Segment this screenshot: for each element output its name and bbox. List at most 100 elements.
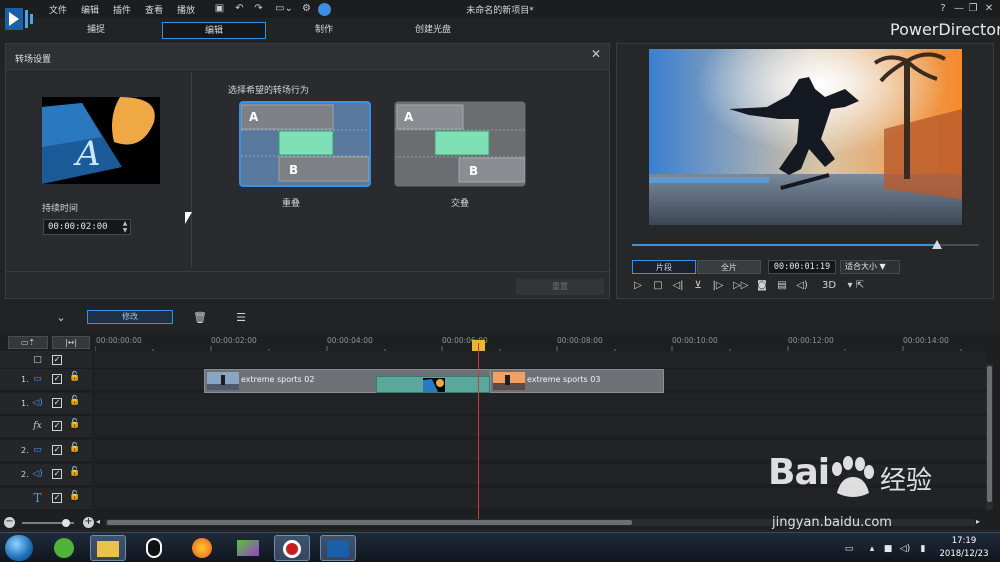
taskbar-explorer-icon[interactable] [90,535,126,561]
track-lock-icon[interactable]: 🔓 [69,491,80,503]
duration-value[interactable]: 00:00:02:00 [48,222,108,232]
clip-mode-button[interactable]: 片段 [632,260,696,274]
taskbar-powerdirector-icon[interactable] [320,535,356,561]
next-frame-icon[interactable]: |▷ [711,279,725,293]
duration-stepper[interactable]: 00:00:02:00 ▲ ▼ [43,219,131,235]
previous-frame-icon[interactable]: ◁| [671,279,685,293]
snapshot-camera-icon[interactable]: ◙ [755,279,769,293]
menu-plugins[interactable]: 插件 [113,3,131,16]
card-b-label: B [469,164,478,178]
start-button-icon[interactable] [5,535,33,561]
track-enable-checkbox[interactable]: ✓ [52,374,62,384]
help-icon[interactable]: ? [936,2,950,16]
tray-security-icon[interactable]: ■ [882,543,894,555]
transition-clip[interactable] [376,376,490,393]
horizontal-scroll-thumb[interactable] [107,520,632,525]
video-track-icon: ▭ [33,445,42,455]
menu-view[interactable]: 查看 [145,3,163,16]
track-lock-icon[interactable]: 🔓 [69,467,80,479]
fit-timeline-icon[interactable]: |↔| [52,336,90,349]
track-lock-icon[interactable]: 🔓 [69,372,80,384]
tab-edit[interactable]: 编辑 [162,22,266,39]
duration-up-icon[interactable]: ▲ [120,220,130,227]
stop-icon[interactable]: □ [651,279,665,293]
tray-keyboard-icon[interactable]: ▭ [843,543,855,555]
behavior-prompt: 选择希望的转场行为 [228,86,310,96]
track-enable-checkbox[interactable]: ✓ [52,445,62,455]
tray-volume-icon[interactable]: ◁) [899,543,911,555]
undo-icon[interactable]: ↶ [233,3,246,15]
tab-produce[interactable]: 制作 [272,22,376,39]
modify-button[interactable]: 修改 [87,310,173,324]
track-lock-icon[interactable]: 🔓 [69,443,80,455]
track-lock-icon[interactable]: 🔓 [69,396,80,408]
ruler-tick: 00:00:12:00 [788,336,834,345]
tray-expand-icon[interactable]: ▴ [866,543,878,555]
collapse-panel-icon[interactable]: ⌄ [53,310,69,326]
zoom-in-icon[interactable]: + [83,517,94,528]
track-row-master[interactable] [95,351,986,369]
app-logo-icon [5,8,33,30]
ruler-tick: 00:00:08:00 [557,336,603,345]
taskbar-clock-date[interactable]: 2018/12/23 [936,549,992,559]
playback-scrubber-knob[interactable] [932,240,942,249]
save-icon[interactable]: ▣ [213,3,226,15]
track-enable-checkbox[interactable]: ✓ [52,493,62,503]
duration-down-icon[interactable]: ▼ [120,227,130,234]
behavior-card-cross[interactable]: A B [394,101,526,187]
track-enable-checkbox[interactable]: ✓ [52,421,62,431]
track-row-audio-1[interactable] [95,393,986,415]
scroll-right-icon[interactable]: ▸ [976,517,980,526]
preview-timecode[interactable]: 00:00:01:19 [768,260,836,274]
tab-capture[interactable]: 捕捉 [44,22,148,39]
track-enable-checkbox[interactable]: ✓ [52,398,62,408]
aspect-ratio-icon[interactable]: ▭⌄ [272,3,296,15]
behavior-card-overlap[interactable]: A B [239,101,371,187]
redo-icon[interactable]: ↷ [252,3,265,15]
track-enable-checkbox[interactable]: ✓ [52,469,62,479]
zoom-fit-select[interactable]: 适合大小 ▼ [840,260,900,274]
undock-preview-icon[interactable]: ⇱ [853,279,867,293]
taskbar-qq-icon[interactable] [136,535,172,561]
taskbar-media-app-icon[interactable] [230,535,266,561]
track-header-video-1: 1. ▭ ✓ 🔓 [0,369,92,391]
more-functions-icon[interactable]: ☰ [233,310,249,326]
panel-close-icon[interactable]: ✕ [589,47,603,61]
delete-trash-icon[interactable]: 🗑 [192,310,208,326]
subtitles-icon[interactable]: ▤ [775,279,789,293]
settings-gear-icon[interactable]: ⚙ [300,3,313,15]
menu-file[interactable]: 文件 [49,3,67,16]
track-lock-icon[interactable]: 🔓 [69,419,80,431]
zoom-out-icon[interactable]: − [4,517,15,528]
menu-edit[interactable]: 编辑 [81,3,99,16]
close-icon[interactable]: ✕ [982,2,996,16]
upgrade-icon[interactable] [318,3,331,16]
window-title: 未命名的新项目* [466,6,534,16]
reset-button[interactable]: 重置 [516,279,604,295]
taskbar-firefox-icon[interactable] [184,535,220,561]
clip-extreme-sports-03[interactable]: extreme sports 03 [490,369,664,393]
movie-mode-button[interactable]: 全片 [697,260,761,274]
restore-icon[interactable]: ❐ [966,2,980,16]
tray-network-icon[interactable]: ▮ [917,543,929,555]
tab-create-disc[interactable]: 创建光盘 [381,22,485,39]
menu-playback[interactable]: 播放 [177,3,195,16]
3d-mode-button[interactable]: 3D [815,279,843,293]
track-row-effects[interactable] [95,416,986,438]
vertical-scroll-thumb[interactable] [987,366,992,502]
zoom-slider-knob[interactable] [62,519,70,527]
video-preview-frame [649,49,962,225]
fast-forward-icon[interactable]: ▷▷ [733,279,748,293]
track-enable-checkbox[interactable]: ✓ [52,355,62,365]
taskbar-recorder-icon[interactable] [274,535,310,561]
brand-title: PowerDirector [890,20,1000,39]
scroll-left-icon[interactable]: ◂ [96,517,100,526]
minimize-icon[interactable]: — [952,2,966,16]
taskbar-app-360-icon[interactable] [46,535,82,561]
transition-settings-panel: 转场设置 ✕ A 持续时间 00:00:02:00 ▲ ▼ 选择希望的转场行为 [5,43,610,299]
play-icon[interactable]: ▷ [631,279,645,293]
split-marker-icon[interactable]: ⊻ [691,279,705,293]
taskbar-clock-time[interactable]: 17:19 [946,536,982,546]
volume-icon[interactable]: ◁) [795,279,809,293]
storyboard-view-icon[interactable]: ▭⇡ [8,336,48,349]
